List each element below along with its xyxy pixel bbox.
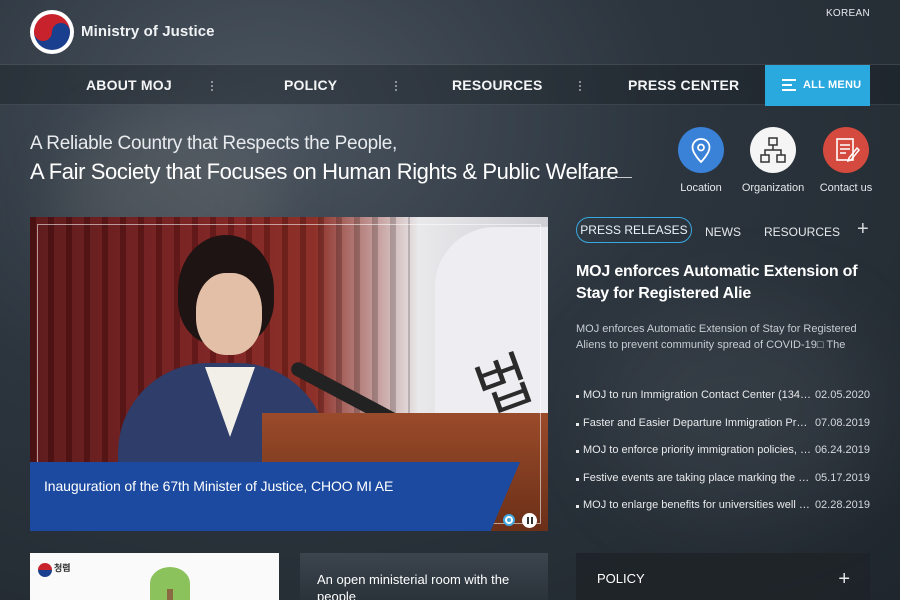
policy-panel[interactable]: POLICY +: [576, 553, 870, 600]
top-bar: Ministry of Justice KOREAN: [0, 0, 900, 64]
quick-link-location[interactable]: Location: [666, 127, 736, 194]
quick-link-contact[interactable]: Contact us: [811, 127, 881, 194]
press-list: MOJ to run Immigration Contact Center (1…: [576, 389, 870, 527]
language-link[interactable]: KOREAN: [826, 8, 870, 19]
slider-caption-band: [30, 462, 520, 531]
integrity-banner-text: 청렴: [54, 563, 71, 573]
press-headline[interactable]: MOJ enforces Automatic Extension of Stay…: [576, 261, 876, 305]
slider-indicator-dot[interactable]: [503, 514, 515, 526]
list-item[interactable]: Festive events are taking place marking …: [576, 472, 870, 500]
nav-separator: [211, 81, 213, 91]
integrity-banner[interactable]: 청렴: [30, 553, 279, 600]
nav-separator: [579, 81, 581, 91]
contact-form-icon: [823, 127, 869, 173]
main-nav: ABOUT MOJ POLICY RESOURCES PRESS CENTER …: [0, 64, 900, 106]
tab-resources[interactable]: RESOURCES: [764, 225, 840, 239]
list-item[interactable]: Faster and Easier Departure Immigration …: [576, 417, 870, 445]
ministry-emblem-icon[interactable]: [30, 10, 74, 54]
nav-resources[interactable]: RESOURCES: [452, 77, 542, 93]
ministry-emblem-icon: [38, 563, 52, 577]
quick-link-organization[interactable]: Organization: [738, 127, 808, 194]
quick-link-label: Location: [680, 182, 722, 194]
ministerial-room-banner[interactable]: An open ministerial room with the people: [300, 553, 548, 600]
quick-link-label: Organization: [741, 182, 805, 194]
brand-name[interactable]: Ministry of Justice: [81, 23, 215, 40]
policy-more-plus-icon[interactable]: +: [838, 569, 850, 589]
main-slider[interactable]: 법 Inauguration of the 67th Minister of J…: [30, 217, 548, 531]
map-pin-icon: [678, 127, 724, 173]
list-item[interactable]: MOJ to enforce priority immigration poli…: [576, 444, 870, 472]
hamburger-icon: [782, 79, 796, 91]
nav-press-center[interactable]: PRESS CENTER: [628, 77, 739, 93]
slider-pause-button[interactable]: [522, 513, 537, 528]
nav-separator: [395, 81, 397, 91]
tree-illustration-icon: [167, 589, 173, 600]
all-menu-button[interactable]: ALL MENU: [765, 65, 870, 106]
slogan-underline: [584, 177, 632, 178]
tab-news[interactable]: NEWS: [705, 225, 741, 239]
org-chart-icon: [750, 127, 796, 173]
nav-policy[interactable]: POLICY: [284, 77, 337, 93]
tab-press-releases[interactable]: PRESS RELEASES: [576, 217, 692, 243]
slogan-line-2: A Fair Society that Focuses on Human Rig…: [30, 159, 619, 184]
list-item[interactable]: MOJ to run Immigration Contact Center (1…: [576, 389, 870, 417]
quick-link-label: Contact us: [819, 182, 873, 194]
press-more-plus-icon[interactable]: +: [857, 219, 869, 239]
press-summary[interactable]: MOJ enforces Automatic Extension of Stay…: [576, 321, 876, 353]
nav-about-moj[interactable]: ABOUT MOJ: [86, 77, 172, 93]
all-menu-label: ALL MENU: [803, 79, 862, 91]
list-item[interactable]: MOJ to enlarge benefits for universities…: [576, 499, 870, 527]
slogan-line-1: A Reliable Country that Respects the Peo…: [30, 133, 398, 154]
policy-panel-title: POLICY: [597, 571, 645, 586]
ministerial-room-title: An open ministerial room with the people: [317, 572, 510, 600]
slider-caption[interactable]: Inauguration of the 67th Minister of Jus…: [44, 478, 393, 494]
